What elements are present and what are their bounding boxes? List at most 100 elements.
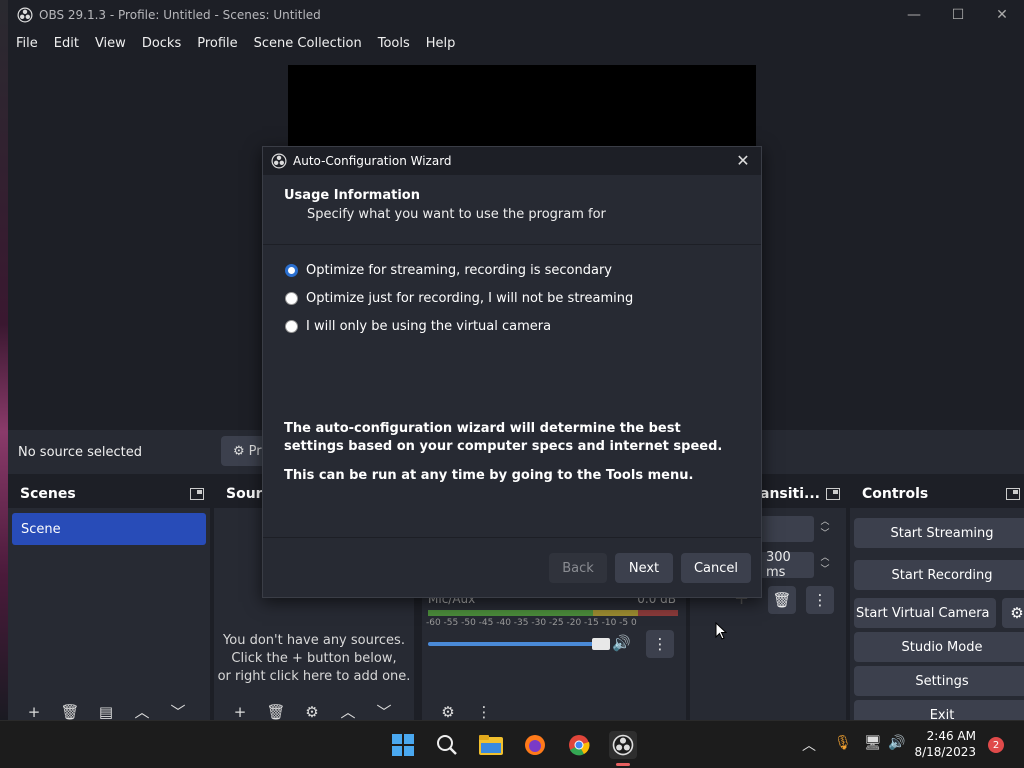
exit-button[interactable]: Exit <box>854 700 1024 720</box>
empty-sources-message: You don't have any sources. Click the + … <box>214 632 414 686</box>
scenes-toolbar: + 🗑 ▤ ︿ ﹀ <box>8 705 192 720</box>
title-bar: OBS 29.1.3 - Profile: Untitled - Scenes:… <box>8 0 1024 30</box>
scenes-dock-header: Scenes <box>8 480 210 508</box>
search-icon[interactable] <box>433 731 461 759</box>
obs-logo-icon <box>17 7 33 23</box>
scene-list-item[interactable]: Scene <box>12 513 206 545</box>
transition-select[interactable] <box>760 516 814 542</box>
studio-mode-button[interactable]: Studio Mode <box>854 632 1024 662</box>
undock-icon[interactable] <box>1006 488 1020 500</box>
spin-arrows-icon[interactable]: ︿ ﹀ <box>816 516 834 542</box>
back-button[interactable]: Back <box>549 553 607 583</box>
radio-unchecked-icon[interactable] <box>285 320 298 333</box>
kebab-icon[interactable]: ⋮ <box>470 705 498 720</box>
gear-icon[interactable]: ⚙ <box>298 705 326 720</box>
settings-button[interactable]: Settings <box>854 666 1024 696</box>
window-controls: — ☐ ✕ <box>892 0 1024 30</box>
active-app-indicator <box>616 763 630 766</box>
window-title: OBS 29.1.3 - Profile: Untitled - Scenes:… <box>39 8 321 22</box>
radio-unchecked-icon[interactable] <box>285 292 298 305</box>
chevron-up-icon[interactable]: ︿ <box>802 735 816 755</box>
menu-docks[interactable]: Docks <box>134 36 189 51</box>
volume-icon[interactable]: 🔊 <box>888 735 905 751</box>
transition-menu-button[interactable]: ⋮ <box>806 586 834 614</box>
obs-taskbar-icon[interactable] <box>609 731 637 759</box>
chrome-icon[interactable] <box>565 731 593 759</box>
menu-tools[interactable]: Tools <box>370 36 418 51</box>
speaker-icon[interactable]: 🔊 <box>612 634 631 652</box>
microphone-icon[interactable]: 🎙 <box>834 735 852 751</box>
scenes-list: Scene + 🗑 ▤ ︿ ﹀ <box>8 508 210 720</box>
next-button[interactable]: Next <box>615 553 673 583</box>
cancel-button[interactable]: Cancel <box>681 553 751 583</box>
trash-icon: 🗑 <box>772 591 792 609</box>
controls-body: Start Streaming Start Recording Start Vi… <box>850 508 1024 720</box>
move-down-icon[interactable]: ﹀ <box>164 705 192 720</box>
undock-icon[interactable] <box>190 488 204 500</box>
menu-view[interactable]: View <box>87 36 134 51</box>
network-icon[interactable]: 🖥 <box>864 735 882 751</box>
footer-divider <box>263 537 761 538</box>
remove-transition-button[interactable]: 🗑 <box>768 586 796 614</box>
trash-icon[interactable]: 🗑 <box>56 705 84 720</box>
magnifier-icon <box>437 735 457 755</box>
empty-line-1: You don't have any sources. <box>223 633 405 648</box>
dialog-heading: Usage Information <box>284 188 420 203</box>
radio-checked-icon[interactable] <box>285 264 298 277</box>
dialog-title: Auto-Configuration Wizard <box>293 154 452 168</box>
gear-icon: ⚙ <box>1010 604 1024 622</box>
notification-badge[interactable]: 2 <box>988 737 1004 753</box>
file-explorer-icon[interactable] <box>477 731 505 759</box>
meter-ticks: -60 -55 -50 -45 -40 -35 -30 -25 -20 -15 … <box>426 618 637 628</box>
spin-arrows-icon[interactable]: ︿ ﹀ <box>816 552 834 578</box>
menu-edit[interactable]: Edit <box>46 36 87 51</box>
start-virtual-camera-button[interactable]: Start Virtual Camera <box>854 598 996 628</box>
mixer-toolbar: ⚙ ⋮ <box>422 705 498 720</box>
option-label: Optimize just for recording, I will not … <box>306 291 634 306</box>
filter-icon[interactable]: ▤ <box>92 705 120 720</box>
option-streaming[interactable]: Optimize for streaming, recording is sec… <box>285 263 612 278</box>
start-recording-button[interactable]: Start Recording <box>854 560 1024 590</box>
gear-icon: ⚙ <box>233 443 245 459</box>
dialog-close-icon[interactable]: ✕ <box>733 151 753 171</box>
clock[interactable]: 2:46 AM 8/18/2023 <box>914 728 976 760</box>
move-up-icon[interactable]: ︿ <box>128 705 156 720</box>
virtual-camera-settings-button[interactable]: ⚙ <box>1002 598 1024 628</box>
menu-help[interactable]: Help <box>418 36 464 51</box>
add-icon[interactable]: + <box>226 705 254 720</box>
option-virtual-camera[interactable]: I will only be using the virtual camera <box>285 319 551 334</box>
dialog-title-bar: Auto-Configuration Wizard <box>263 147 761 175</box>
option-recording[interactable]: Optimize just for recording, I will not … <box>285 291 633 306</box>
dialog-subheading: Specify what you want to use the program… <box>307 207 606 222</box>
minimize-button[interactable]: — <box>892 0 936 30</box>
clock-time: 2:46 AM <box>926 729 976 743</box>
start-streaming-button[interactable]: Start Streaming <box>854 518 1024 548</box>
firefox-icon[interactable] <box>521 731 549 759</box>
preview-canvas[interactable] <box>288 65 756 151</box>
trash-icon[interactable]: 🗑 <box>262 705 290 720</box>
windows-start-icon[interactable] <box>389 731 417 759</box>
scenes-dock: Scenes Scene + 🗑 ▤ ︿ ﹀ <box>8 480 210 720</box>
duration-field[interactable]: 300 ms <box>760 550 814 580</box>
chrome-logo-icon <box>569 735 590 756</box>
move-up-icon[interactable]: ︿ <box>334 705 362 720</box>
kebab-icon: ⋮ <box>812 591 828 609</box>
menu-bar: File Edit View Docks Profile Scene Colle… <box>8 30 1024 56</box>
dialog-header: Usage Information Specify what you want … <box>263 175 761 245</box>
add-icon[interactable]: + <box>20 705 48 720</box>
menu-scene-collection[interactable]: Scene Collection <box>246 36 370 51</box>
gear-icon[interactable]: ⚙ <box>434 705 462 720</box>
undock-icon[interactable] <box>826 488 840 500</box>
empty-line-2: Click the + button below, <box>231 651 397 666</box>
menu-file[interactable]: File <box>8 36 46 51</box>
menu-profile[interactable]: Profile <box>189 36 245 51</box>
maximize-button[interactable]: ☐ <box>936 0 980 30</box>
move-down-icon[interactable]: ﹀ <box>370 705 398 720</box>
mixer-menu-button[interactable]: ⋮ <box>646 630 674 658</box>
option-label: Optimize for streaming, recording is sec… <box>306 263 613 278</box>
transitions-title: ansiti... <box>760 486 820 502</box>
close-button[interactable]: ✕ <box>980 0 1024 30</box>
volume-slider-handle[interactable] <box>592 638 610 650</box>
volume-slider[interactable] <box>428 642 606 646</box>
option-label: I will only be using the virtual camera <box>306 319 552 334</box>
